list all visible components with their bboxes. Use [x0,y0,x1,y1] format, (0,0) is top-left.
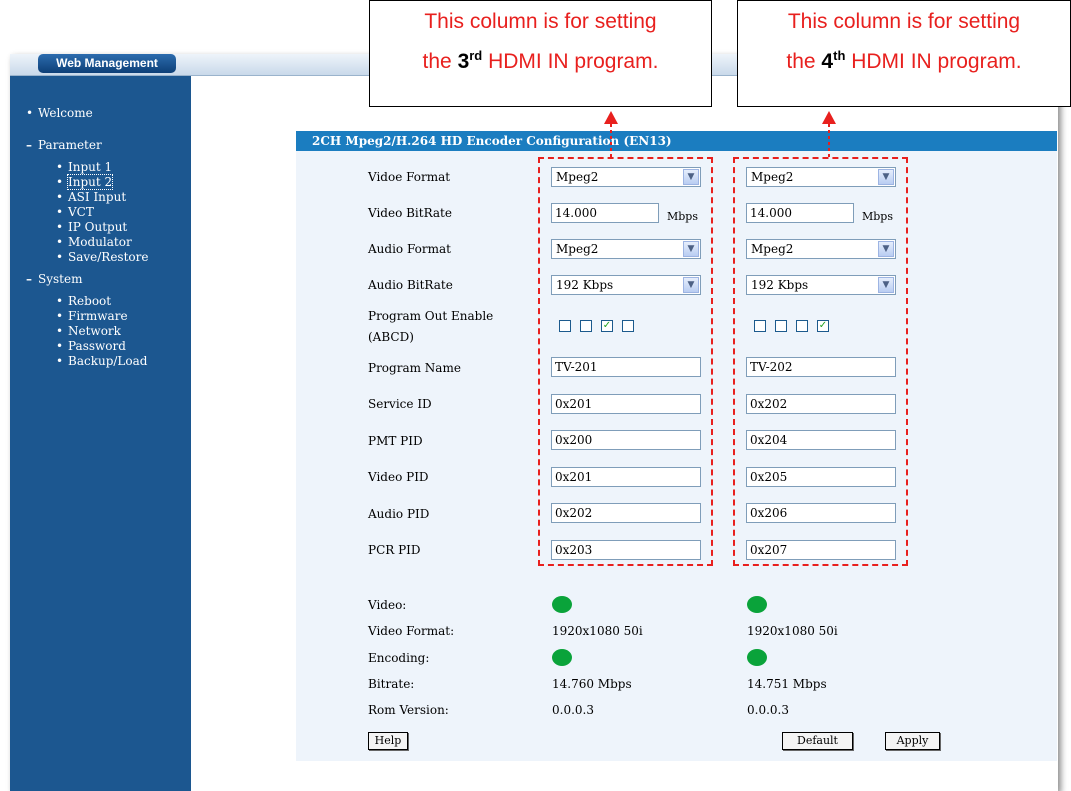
arrow-up-icon [604,111,618,124]
callout-3rd-hdmi: This column is for setting the 3rd HDMI … [369,0,712,107]
arrow-up-icon [822,111,836,124]
callout-line1: This column is for setting [787,10,1021,33]
callout-line2: the 4th HDMI IN program. [786,48,1022,73]
callout-line2: the 3rd HDMI IN program. [422,48,659,73]
annotation-arrows [604,111,836,157]
callout-line1: This column is for setting [424,10,657,33]
callout-4th-hdmi: This column is for setting the 4th HDMI … [737,0,1071,107]
